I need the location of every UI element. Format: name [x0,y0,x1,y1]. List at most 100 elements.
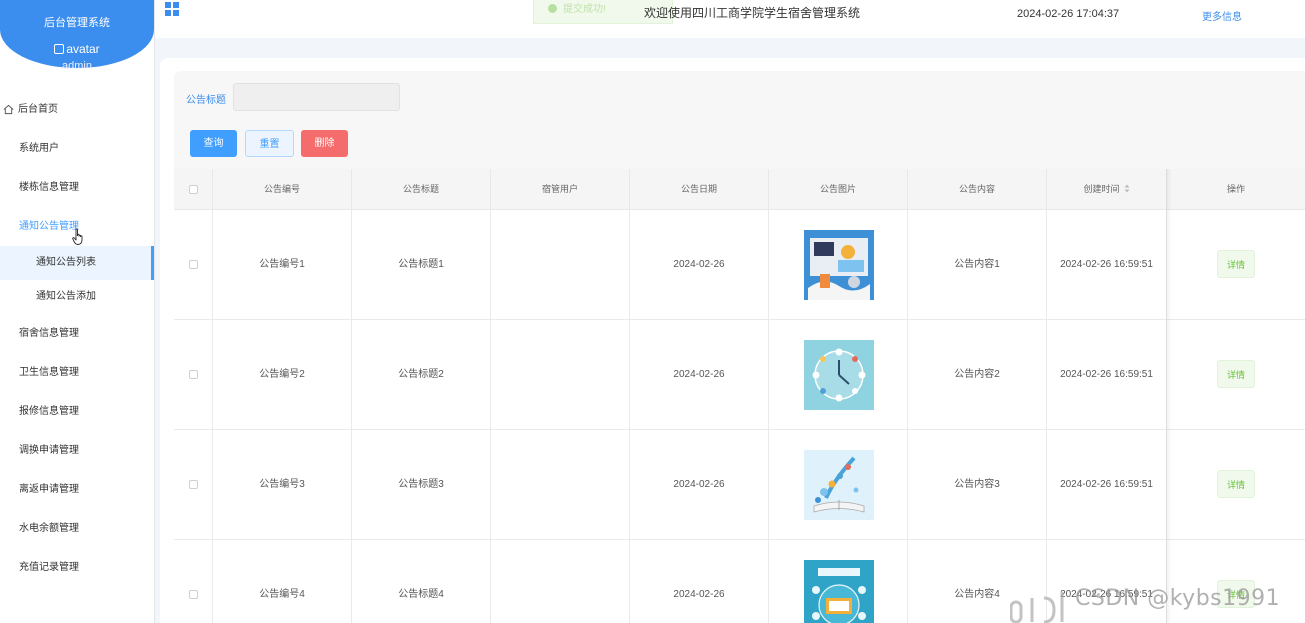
username: admin [62,60,92,72]
header-created[interactable]: 创建时间 [1047,169,1167,209]
sidebar-item-hygiene[interactable]: 卫生信息管理 [0,353,154,392]
cell-created: 2024-02-26 16:59:51 [1047,430,1167,539]
toast-text: 提交成功! [563,4,606,15]
cell-user [491,320,630,429]
cell-image [769,210,908,319]
detail-button[interactable]: 详情 [1217,250,1255,279]
sidebar-item-label: 通知公告列表 [36,257,96,268]
sidebar-item-label: 离返申请管理 [19,484,79,495]
sidebar-item-buildings[interactable]: 楼栋信息管理 [0,168,154,207]
reset-button[interactable]: 重置 [245,130,294,157]
row-select [174,210,213,319]
sidebar: 后台管理系统 avatar admin 后台首页 系统用户 楼栋信息管理 通知公… [0,0,155,623]
watermark: CSDN @kybs1991 [1075,586,1281,611]
cell-user [491,430,630,539]
header-content: 公告内容 [908,169,1047,209]
row-checkbox[interactable] [188,369,198,379]
sidebar-item-recharge-records[interactable]: 充值记录管理 [0,548,154,587]
table-row: 公告编号3 公告标题3 2024-02-26 公告内容3 2024-02-26 … [174,430,1305,540]
announcement-image[interactable] [804,450,874,520]
more-info-link[interactable]: 更多信息 [1202,8,1242,23]
cell-title: 公告标题4 [352,540,491,623]
home-icon [3,104,14,115]
grid-menu-icon[interactable] [164,1,180,17]
header-actions: 操作 [1226,184,1245,194]
announcement-image[interactable] [804,560,874,623]
sidebar-item-swap-requests[interactable]: 调换申请管理 [0,431,154,470]
cell-image [769,430,908,539]
sidebar-item-label: 通知公告添加 [36,291,96,302]
sort-icon[interactable] [1124,184,1130,193]
cell-number: 公告编号2 [213,320,352,429]
row-checkbox[interactable] [188,479,198,489]
broken-image-icon [54,44,65,54]
detail-button[interactable]: 详情 [1217,360,1255,389]
app-title: 后台管理系统 [44,17,110,29]
cell-number: 公告编号3 [213,430,352,539]
cell-content: 公告内容1 [908,210,1047,319]
cell-actions: 详情 [1167,430,1305,539]
select-all-checkbox[interactable] [188,185,198,195]
cell-content: 公告内容2 [908,320,1047,429]
table-header: 公告编号 公告标题 宿管用户 公告日期 公告图片 公告内容 创建时间 操作 [174,169,1305,210]
header-created-label: 创建时间 [1083,184,1120,194]
cell-created: 2024-02-26 16:59:51 [1047,210,1167,319]
sidebar-item-label: 宿舍信息管理 [19,328,79,339]
cell-content: 公告内容3 [908,430,1047,539]
hand-cursor-icon [72,228,83,245]
header-select-all [174,169,213,209]
header-number: 公告编号 [213,169,352,209]
detail-button[interactable]: 详情 [1217,470,1255,499]
sidebar-item-label: 卫生信息管理 [19,367,79,378]
avatar-alt-text: avatar [66,42,100,56]
header-date: 公告日期 [630,169,769,209]
sidebar-item-label: 调换申请管理 [19,445,79,456]
sidebar-item-system-users[interactable]: 系统用户 [0,129,154,168]
cell-title: 公告标题3 [352,430,491,539]
brand-header: 后台管理系统 avatar admin [0,0,154,72]
row-checkbox[interactable] [188,259,198,269]
sidebar-item-utility-balance[interactable]: 水电余额管理 [0,509,154,548]
cell-title: 公告标题2 [352,320,491,429]
row-checkbox[interactable] [188,589,198,599]
sidebar-item-label: 报修信息管理 [19,406,79,417]
sidebar-subitem-announcement-list[interactable]: 通知公告列表 [0,246,154,280]
announcement-image[interactable] [804,340,874,410]
cell-date: 2024-02-26 [630,430,769,539]
watermark-logo-icon [1010,592,1064,623]
sidebar-item-dorms[interactable]: 宿舍信息管理 [0,314,154,353]
header-image: 公告图片 [769,169,908,209]
welcome-text: 欢迎使用四川工商学院学生宿舍管理系统 [644,6,861,20]
search-title-label: 公告标题 [186,95,226,106]
current-datetime: 2024-02-26 17:04:37 [1017,8,1120,20]
success-icon [548,4,557,13]
top-bar: 提交成功! 欢迎使用四川工商学院学生宿舍管理系统 2024-02-26 17:0… [155,0,1305,38]
cell-date: 2024-02-26 [630,540,769,623]
cell-image [769,320,908,429]
cell-number: 公告编号1 [213,210,352,319]
sidebar-item-repairs[interactable]: 报修信息管理 [0,392,154,431]
cell-number: 公告编号4 [213,540,352,623]
delete-button[interactable]: 删除 [301,130,348,157]
header-title: 公告标题 [352,169,491,209]
sidebar-item-label: 楼栋信息管理 [19,182,79,193]
sidebar-subitem-announcement-add[interactable]: 通知公告添加 [0,280,154,314]
sidebar-item-home[interactable]: 后台首页 [0,90,154,129]
query-button[interactable]: 查询 [190,130,237,157]
sidebar-item-leave-return[interactable]: 离返申请管理 [0,470,154,509]
cell-actions: 详情 [1167,210,1305,319]
row-select [174,320,213,429]
sidebar-item-label: 后台首页 [18,104,58,115]
table-row: 公告编号1 公告标题1 2024-02-26 公告内容1 2024-02-26 … [174,210,1305,320]
fixed-column-shadow [1166,169,1172,623]
table-row: 公告编号2 公告标题2 2024-02-26 公告内容2 2024-02-26 … [174,320,1305,430]
avatar[interactable]: avatar [0,42,154,56]
cell-date: 2024-02-26 [630,210,769,319]
cell-date: 2024-02-26 [630,320,769,429]
search-title-input[interactable] [233,83,400,111]
cell-user [491,540,630,623]
sidebar-menu: 后台首页 系统用户 楼栋信息管理 通知公告管理 通知公告列表 通知公告添加 宿舍… [0,90,154,587]
announcement-image[interactable] [804,230,874,300]
sidebar-item-label: 充值记录管理 [19,562,79,573]
header-user: 宿管用户 [491,169,630,209]
